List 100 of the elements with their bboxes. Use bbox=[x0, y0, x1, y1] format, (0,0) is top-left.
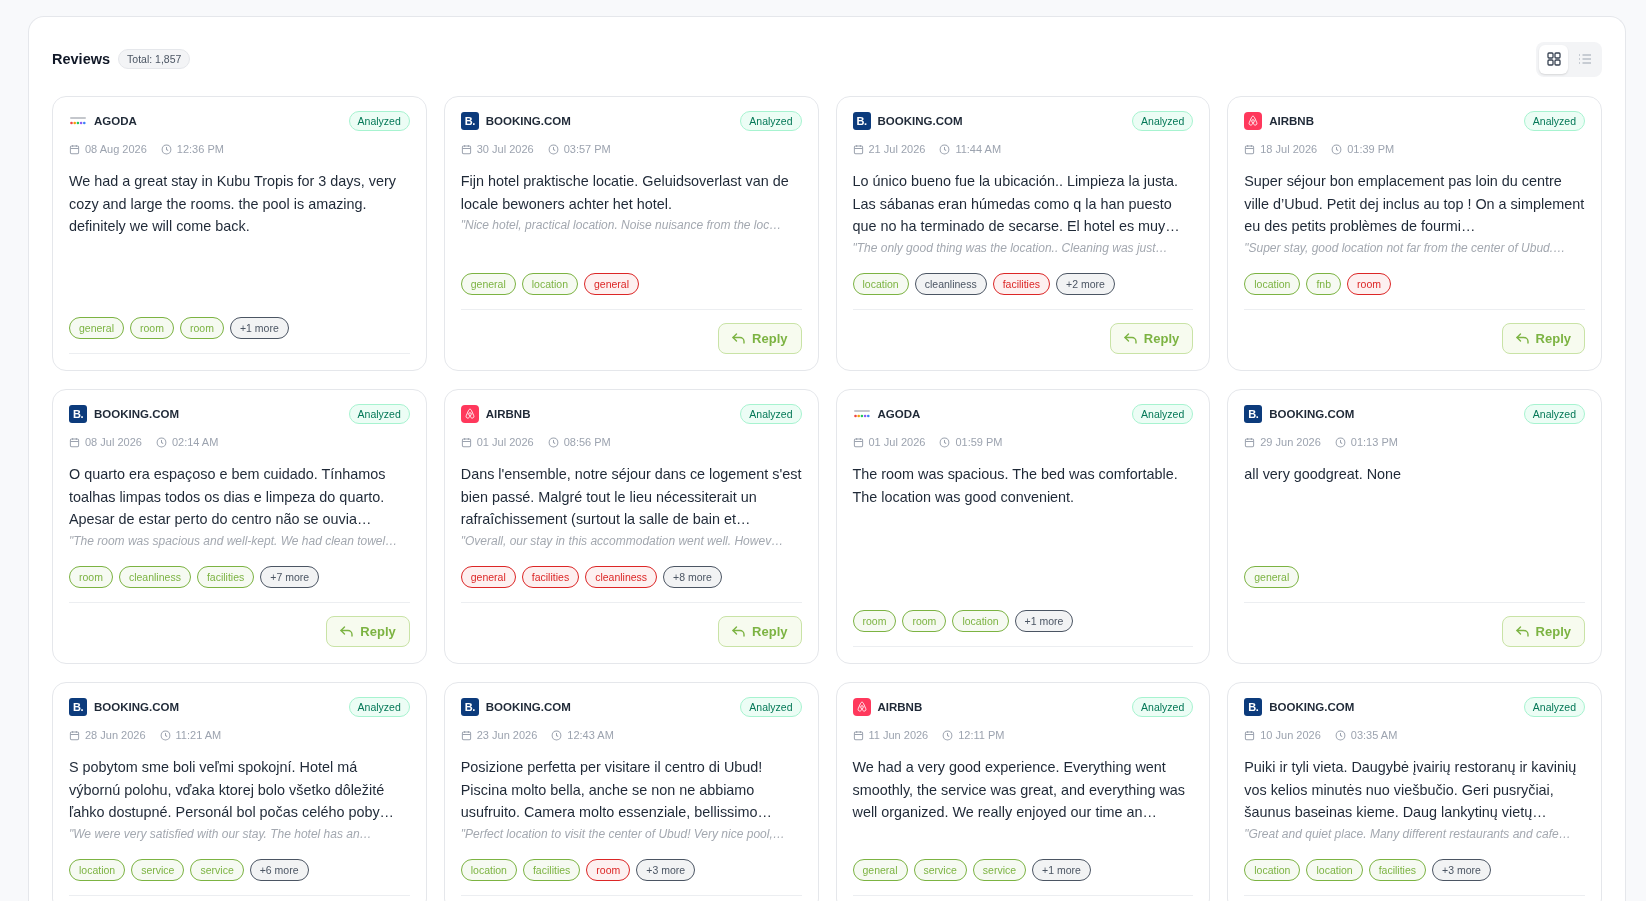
booking-logo: B. bbox=[460, 112, 479, 130]
translation-text: "Nice hotel, practical location. Noise nuisance from the loc… bbox=[460, 218, 783, 232]
review-date: 10 Jun 2026 bbox=[1260, 729, 1321, 741]
review-time: 12:36 PM bbox=[176, 143, 224, 155]
topic-tag: service bbox=[972, 859, 1027, 881]
booking-logo: B. bbox=[69, 698, 87, 716]
topic-tag: location bbox=[952, 610, 1009, 632]
review-date: 08 Aug 2026 bbox=[85, 143, 147, 155]
topic-tag: +1 more bbox=[1014, 610, 1074, 632]
calendar-icon bbox=[1244, 143, 1256, 155]
grid-icon bbox=[1546, 52, 1561, 66]
booking-logo: B. bbox=[69, 405, 87, 423]
reply-icon bbox=[1515, 626, 1529, 637]
calendar-icon bbox=[1244, 436, 1256, 448]
grid-view-button[interactable] bbox=[1539, 44, 1568, 74]
calendar-icon bbox=[69, 143, 80, 155]
review-text: all very goodgreat. None bbox=[1244, 465, 1403, 484]
topic-tag: cleanliness bbox=[118, 566, 191, 588]
reply-button[interactable]: Reply bbox=[1109, 323, 1194, 354]
topic-tag: general bbox=[852, 859, 908, 881]
review-date: 18 Jul 2026 bbox=[1260, 143, 1318, 155]
clock-icon bbox=[942, 729, 954, 741]
reply-icon bbox=[1123, 333, 1137, 344]
section-title: Reviews bbox=[52, 51, 111, 67]
reply-button[interactable]: Reply bbox=[718, 616, 802, 647]
calendar-icon bbox=[852, 143, 864, 155]
topic-tag: location bbox=[852, 273, 909, 295]
status-badge: Analyzed bbox=[348, 697, 410, 717]
translation-text: "The only good thing was the location.. Cleaning was just… bbox=[852, 240, 1169, 255]
review-text: We had a great stay in Kubu Tropis for 3 days, very cozy and large the rooms. the pool is amazing. definitely we will come back. bbox=[69, 172, 397, 236]
topic-tag: general bbox=[460, 273, 516, 295]
reply-button[interactable]: Reply bbox=[326, 616, 410, 647]
review-date: 01 Jul 2026 bbox=[476, 436, 534, 448]
topic-tag: +1 more bbox=[229, 317, 289, 339]
reply-button[interactable]: Reply bbox=[718, 323, 802, 354]
review-date: 08 Jul 2026 bbox=[85, 436, 142, 448]
reply-icon bbox=[732, 333, 746, 344]
topic-tag: general bbox=[584, 273, 639, 295]
topic-tag: room bbox=[1347, 273, 1391, 295]
topic-tag: cleanliness bbox=[914, 273, 987, 295]
topic-tag: service bbox=[913, 859, 967, 881]
source-name: AGODA bbox=[877, 408, 922, 420]
review-time: 12:11 PM bbox=[958, 729, 1005, 741]
review-date: 30 Jul 2026 bbox=[476, 143, 534, 155]
status-badge: Analyzed bbox=[348, 404, 410, 424]
reply-icon bbox=[1515, 333, 1529, 344]
topic-tag: +6 more bbox=[249, 859, 309, 881]
review-text: We had a very good experience. Everything went smoothly, the service was great, and everything was well organized. We really enjoyed our time an… bbox=[852, 758, 1186, 822]
review-text: O quarto era espaçoso e bem cuidado. Tínhamos toalhas limpas todos os dias e limpeza do quarto. Apesar de estar perto do centro não se ouvia… bbox=[69, 465, 387, 529]
topic-tag: +3 more bbox=[636, 859, 696, 881]
status-badge: Analyzed bbox=[1523, 111, 1585, 131]
topic-tag: fnb bbox=[1306, 273, 1342, 295]
translation-text: "Perfect location to visit the center of Ubud! Very nice pool,… bbox=[460, 826, 786, 841]
reply-button[interactable]: Reply bbox=[1501, 323, 1585, 354]
booking-logo: B. bbox=[852, 112, 871, 130]
source-name: BOOKING.COM bbox=[485, 701, 572, 713]
airbnb-logo bbox=[460, 405, 479, 423]
reply-icon bbox=[340, 626, 354, 637]
clock-icon bbox=[1331, 143, 1343, 155]
status-badge: Analyzed bbox=[1132, 697, 1194, 717]
status-badge: Analyzed bbox=[1132, 404, 1194, 424]
airbnb-logo bbox=[852, 698, 871, 716]
airbnb-logo bbox=[1244, 112, 1263, 130]
review-time: 08:56 PM bbox=[563, 436, 611, 448]
topic-tag: facilities bbox=[521, 566, 580, 588]
clock-icon bbox=[160, 143, 172, 155]
review-time: 01:39 PM bbox=[1347, 143, 1395, 155]
reply-button[interactable]: Reply bbox=[1501, 616, 1585, 647]
review-text: Lo único bueno fue la ubicación.. Limpieza la justa. Las sábanas eran húmedas como q la han puesto que no ha terminado de secarse. El hotel es muy… bbox=[852, 172, 1181, 236]
calendar-icon bbox=[69, 729, 80, 741]
review-text: Puiki ir tyli vieta. Daugybė įvairių restoranų ir kavinių vos kelios minutės nuo viešbučio. Geri pusryčiai, šaunus baseinas kieme. Daug lankytinų vietų… bbox=[1244, 758, 1578, 822]
topic-tag: cleanliness bbox=[585, 566, 658, 588]
topic-tag: +1 more bbox=[1032, 859, 1091, 881]
topic-tag: room bbox=[852, 610, 897, 632]
review-text: Fijn hotel praktische locatie. Geluidsoverlast van de locale bewoners achter het hotel. bbox=[460, 172, 790, 214]
review-text: The room was spacious. The bed was comfortable. The location was good convenient. bbox=[852, 465, 1179, 507]
list-icon bbox=[1577, 52, 1592, 66]
review-time: 12:43 AM bbox=[567, 729, 614, 741]
status-badge: Analyzed bbox=[740, 111, 802, 131]
agoda-logo bbox=[69, 116, 87, 126]
review-time: 11:44 AM bbox=[955, 143, 1002, 155]
topic-tag: facilities bbox=[992, 273, 1050, 295]
status-badge: Analyzed bbox=[740, 697, 802, 717]
review-date: 29 Jun 2026 bbox=[1260, 436, 1321, 448]
topic-tag: location bbox=[460, 859, 517, 881]
topic-tag: room bbox=[130, 317, 174, 339]
calendar-icon bbox=[460, 436, 472, 448]
review-date: 21 Jul 2026 bbox=[868, 143, 926, 155]
translation-text: "We were very satisfied with our stay. The hotel has an… bbox=[69, 826, 373, 841]
calendar-icon bbox=[852, 729, 864, 741]
review-date: 28 Jun 2026 bbox=[85, 729, 146, 741]
reply-icon bbox=[732, 626, 746, 637]
review-text: Posizione perfetta per visitare il centro di Ubud! Piscina molto bella, anche se non ne abbiamo usufruito. Camera molto essenziale, bellissimo… bbox=[460, 758, 773, 822]
topic-tag: +3 more bbox=[1432, 859, 1491, 881]
source-name: AGODA bbox=[94, 115, 138, 127]
topic-tag: +2 more bbox=[1056, 273, 1115, 295]
topic-tag: facilities bbox=[522, 859, 581, 881]
translation-text: "Great and quiet place. Many different restaurants and cafe… bbox=[1244, 826, 1572, 841]
review-date: 11 Jun 2026 bbox=[868, 729, 929, 741]
review-time: 02:14 AM bbox=[171, 436, 219, 448]
